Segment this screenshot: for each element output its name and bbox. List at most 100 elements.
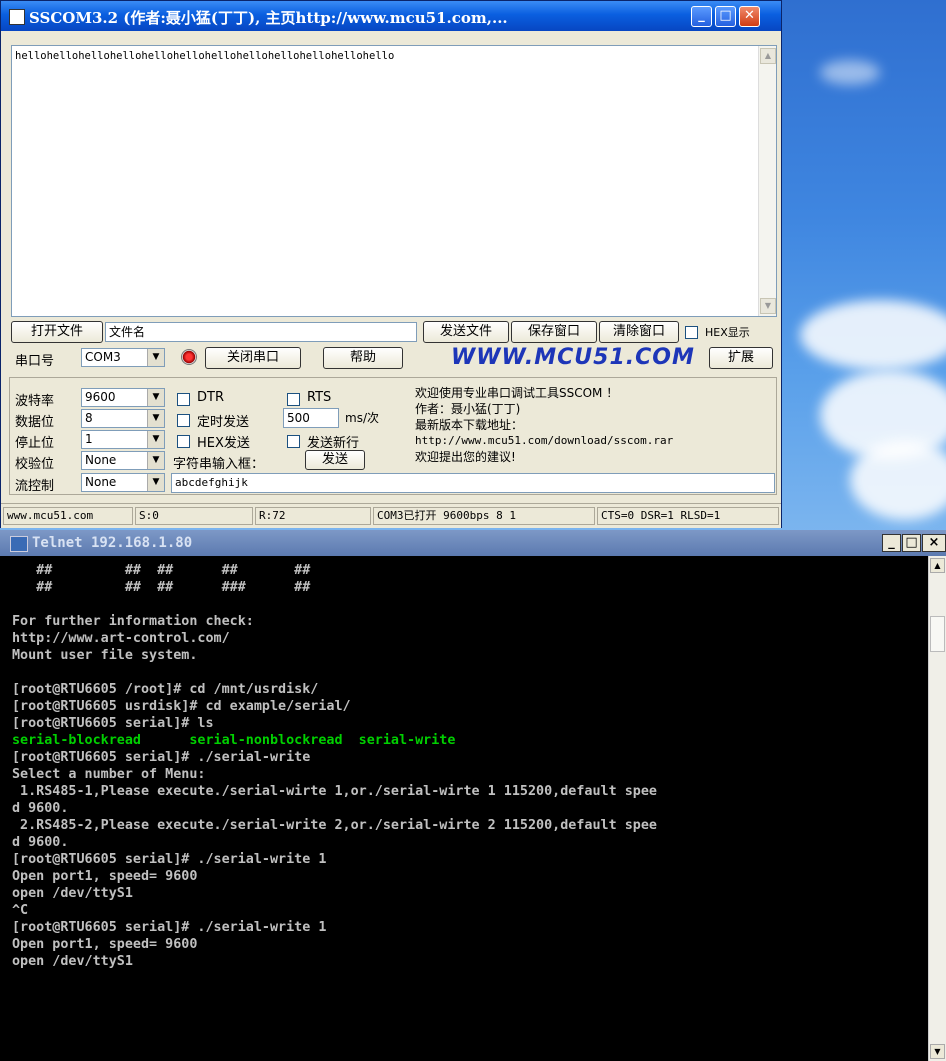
telnet-window: Telnet 192.168.1.80 _ □ × ## ## ## ## ##… — [0, 530, 946, 1061]
maximize-button[interactable]: □ — [902, 534, 921, 552]
stopbits-value: 1 — [85, 432, 93, 446]
chevron-down-icon[interactable]: ▼ — [147, 349, 164, 366]
terminal-line: Select a number of Menu: — [12, 767, 206, 782]
send-file-button[interactable]: 发送文件 — [423, 321, 509, 343]
chevron-down-icon[interactable]: ▼ — [147, 474, 164, 491]
chevron-down-icon[interactable]: ▼ — [147, 389, 164, 406]
databits-select[interactable]: 8 ▼ — [81, 409, 165, 428]
minimize-button[interactable]: _ — [882, 534, 901, 552]
baud-label: 波特率 — [15, 394, 55, 409]
clear-window-button[interactable]: 清除窗口 — [599, 321, 679, 343]
download-link[interactable]: http://www.mcu51.com/download/sscom.rar — [415, 433, 673, 449]
rts-checkbox[interactable] — [287, 393, 300, 406]
info-line: 最新版本下载地址： — [415, 418, 524, 432]
scroll-down-icon[interactable]: ▼ — [930, 1044, 945, 1059]
save-window-button[interactable]: 保存窗口 — [511, 321, 597, 343]
sscom-window: SSCOM3.2 (作者:聂小猛(丁丁), 主页http://www.mcu51… — [0, 0, 782, 528]
terminal-icon — [10, 536, 28, 552]
terminal-line: Open port1, speed= 9600 — [12, 869, 198, 884]
close-port-button[interactable]: 关闭串口 — [205, 347, 301, 369]
expand-button[interactable]: 扩展 — [709, 347, 773, 369]
status-site[interactable]: www.mcu51.com — [3, 507, 133, 525]
parity-select[interactable]: None ▼ — [81, 451, 165, 470]
send-newline-checkbox[interactable] — [287, 435, 300, 448]
parity-value: None — [85, 453, 117, 467]
terminal-line: d 9600. — [12, 801, 69, 816]
receive-area[interactable]: hellohellohellohellohellohellohellohello… — [11, 45, 777, 317]
terminal-line: 1.RS485-1,Please execute./serial-wirte 1… — [12, 784, 657, 799]
hex-send-label: HEX发送 — [197, 436, 250, 451]
stopbits-select[interactable]: 1 ▼ — [81, 430, 165, 449]
terminal-line: [root@RTU6605 /root]# cd /mnt/usrdisk/ — [12, 682, 319, 697]
close-button[interactable]: × — [922, 534, 946, 552]
terminal-line: [root@RTU6605 serial]# ./serial-write — [12, 750, 311, 765]
info-line: 欢迎使用专业串口调试工具SSCOM ！ — [415, 386, 619, 400]
flow-label: 流控制 — [15, 479, 55, 494]
stopbits-label: 停止位 — [15, 436, 55, 451]
receive-scrollbar[interactable]: ▲ ▼ — [758, 46, 776, 316]
info-text: 欢迎使用专业串口调试工具SSCOM ！ 作者：聂小猛(丁丁) 最新版本下载地址：… — [415, 385, 673, 465]
timed-send-checkbox[interactable] — [177, 414, 190, 427]
interval-field[interactable]: 500 — [283, 408, 339, 428]
flow-value: None — [85, 475, 117, 489]
port-select[interactable]: COM3 ▼ — [81, 348, 165, 367]
dtr-label: DTR — [197, 390, 224, 405]
hex-send-checkbox[interactable] — [177, 435, 190, 448]
sscom-titlebar[interactable]: SSCOM3.2 (作者:聂小猛(丁丁), 主页http://www.mcu51… — [1, 1, 781, 31]
baud-select[interactable]: 9600 ▼ — [81, 388, 165, 407]
port-label: 串口号 — [15, 354, 55, 369]
port-status-icon — [181, 349, 197, 365]
scroll-down-icon[interactable]: ▼ — [760, 298, 776, 314]
app-icon — [9, 9, 25, 25]
hex-display-label: HEX显示 — [705, 326, 750, 339]
terminal-line: ^C — [12, 903, 29, 918]
terminal-line: ## ## ## ## ## — [12, 563, 311, 578]
timed-send-label: 定时发送 — [197, 415, 250, 430]
send-newline-label: 发送新行 — [307, 436, 360, 451]
port-value: COM3 — [85, 350, 121, 364]
minimize-button[interactable]: _ — [691, 6, 712, 27]
telnet-titlebar[interactable]: Telnet 192.168.1.80 _ □ × — [0, 530, 946, 556]
chevron-down-icon[interactable]: ▼ — [147, 452, 164, 469]
scroll-thumb[interactable] — [930, 616, 945, 652]
terminal-line: [root@RTU6605 serial]# ls — [12, 716, 214, 731]
terminal-line: Open port1, speed= 9600 — [12, 937, 198, 952]
rts-label: RTS — [307, 390, 332, 405]
info-line: 作者：聂小猛(丁丁) — [415, 402, 521, 416]
baud-value: 9600 — [85, 390, 116, 404]
input-box-label: 字符串输入框： — [173, 457, 265, 472]
parity-label: 校验位 — [15, 457, 55, 472]
string-input[interactable]: abcdefghijk — [171, 473, 775, 493]
terminal-output[interactable]: ## ## ## ## ## ## ## ## ### ## For furthe… — [12, 562, 657, 970]
chevron-down-icon[interactable]: ▼ — [147, 410, 164, 427]
databits-value: 8 — [85, 411, 93, 425]
filename-field[interactable]: 文件名 — [105, 322, 417, 342]
terminal-line: ## ## ## ### ## — [12, 580, 311, 595]
desktop-cloud — [820, 60, 880, 85]
help-button[interactable]: 帮助 — [323, 347, 403, 369]
status-bar: www.mcu51.com S:0 R:72 COM3已打开 9600bps 8… — [1, 503, 781, 528]
terminal-line: d 9600. — [12, 835, 69, 850]
open-file-button[interactable]: 打开文件 — [11, 321, 103, 343]
send-button[interactable]: 发送 — [305, 450, 365, 470]
terminal-line: [root@RTU6605 serial]# ./serial-write 1 — [12, 852, 327, 867]
terminal-line: open /dev/ttyS1 — [12, 886, 133, 901]
terminal-line: serial-blockread serial-nonblockread ser… — [12, 733, 456, 748]
dtr-checkbox[interactable] — [177, 393, 190, 406]
terminal-line: Mount user file system. — [12, 648, 198, 663]
databits-label: 数据位 — [15, 415, 55, 430]
scroll-up-icon[interactable]: ▲ — [760, 48, 776, 64]
close-button[interactable]: ✕ — [739, 6, 760, 27]
flow-select[interactable]: None ▼ — [81, 473, 165, 492]
maximize-button[interactable]: □ — [715, 6, 736, 27]
status-signals: CTS=0 DSR=1 RLSD=1 — [597, 507, 779, 525]
hex-display-checkbox[interactable] — [685, 326, 698, 339]
terminal-scrollbar[interactable]: ▲ ▼ — [928, 556, 946, 1061]
status-port-state: COM3已打开 9600bps 8 1 — [373, 507, 595, 525]
receive-text: hellohellohellohellohellohellohellohello… — [15, 50, 395, 62]
interval-unit: ms/次 — [345, 411, 379, 425]
scroll-up-icon[interactable]: ▲ — [930, 558, 945, 573]
chevron-down-icon[interactable]: ▼ — [147, 431, 164, 448]
status-sent-count: S:0 — [135, 507, 253, 525]
